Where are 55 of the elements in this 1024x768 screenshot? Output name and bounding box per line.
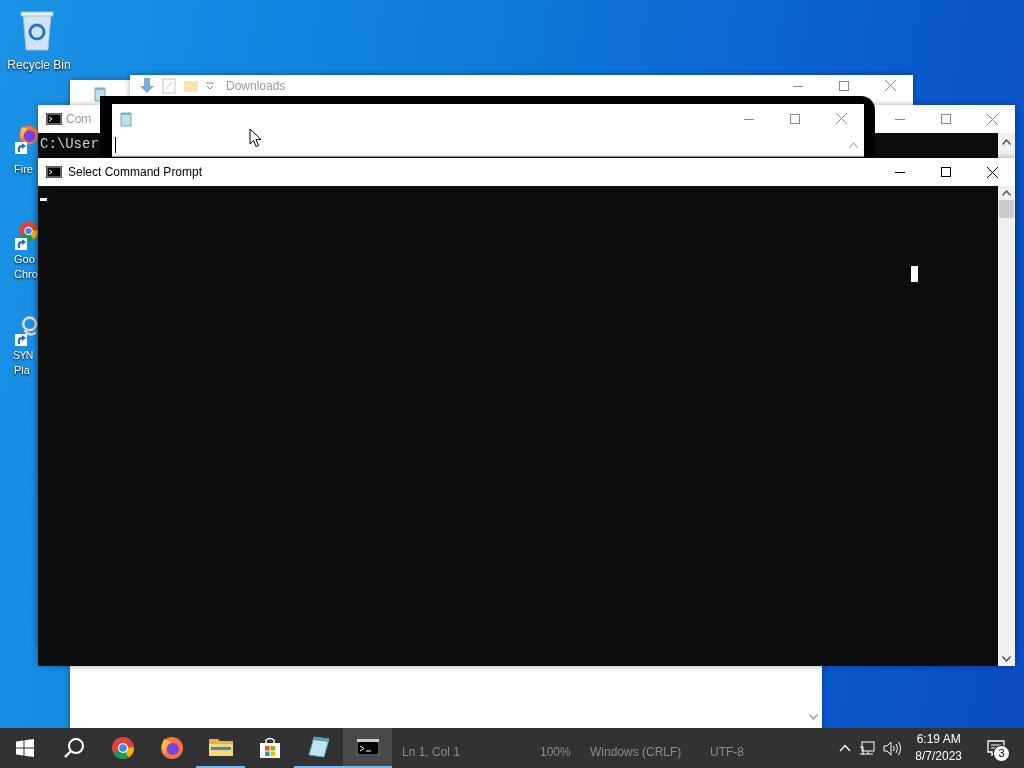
block-cursor — [911, 266, 918, 282]
selection-cursor — [40, 198, 47, 201]
close-icon — [884, 80, 896, 91]
clock-time: 6:19 AM — [915, 731, 962, 748]
taskbar-app-button[interactable] — [343, 728, 392, 768]
desktop-icon-label: Goo — [13, 252, 35, 267]
window-title: Downloads — [226, 78, 286, 93]
console-text: C:\User — [40, 135, 99, 153]
close-icon — [835, 113, 847, 124]
volume-icon[interactable] — [883, 740, 902, 756]
start-icon — [15, 739, 34, 757]
status-text: UTF-8 — [710, 745, 744, 759]
status-text: 100% — [540, 745, 571, 759]
desktop-icon-label: Recycle Bin — [7, 58, 71, 73]
network-icon[interactable] — [859, 740, 876, 756]
console-icon — [46, 113, 62, 125]
text-cursor — [115, 136, 116, 153]
close-icon — [986, 166, 998, 178]
firefox-icon — [159, 736, 184, 760]
maximize-icon — [941, 114, 951, 124]
clock[interactable]: 6:19 AM 8/7/2023 — [909, 731, 968, 765]
scroll-up-icon[interactable] — [1002, 190, 1011, 196]
desktop-icon-label: SYN — [12, 348, 33, 363]
notepad-icon — [307, 736, 330, 758]
notepad-icon — [118, 110, 134, 127]
scrollbar-thumb[interactable] — [999, 200, 1014, 218]
maximize-icon — [941, 167, 951, 177]
chevron-up-icon[interactable] — [839, 744, 852, 752]
clock-date: 8/7/2023 — [915, 748, 962, 765]
window-title: Select Command Prompt — [68, 165, 203, 179]
maximize-icon — [839, 80, 849, 91]
shortcut-arrow-icon — [15, 334, 27, 346]
notification-icon — [987, 740, 1005, 756]
folder-icon — [208, 737, 233, 757]
console-icon — [46, 166, 62, 178]
console-icon — [356, 739, 379, 755]
store-icon — [258, 737, 281, 759]
shortcut-arrow-icon — [15, 238, 27, 250]
recycle-bin-icon[interactable] — [17, 8, 57, 52]
maximize-icon — [790, 113, 800, 124]
status-text: Ln 1, Col 1 — [402, 745, 461, 759]
notification-button[interactable]: 3 — [976, 728, 1016, 768]
scroll-up-icon[interactable] — [1002, 139, 1011, 145]
status-text: Windows (CRLF) — [590, 745, 682, 759]
scroll-down-icon[interactable] — [1002, 656, 1011, 662]
notification-count: 3 — [993, 745, 1010, 762]
shortcut-arrow-icon — [15, 142, 27, 154]
scrollbar[interactable] — [998, 186, 1015, 666]
chrome-icon — [110, 736, 135, 760]
window-title: Com — [66, 112, 92, 126]
close-icon — [986, 113, 998, 125]
desktop-icon-label: Chro — [13, 267, 38, 282]
desktop-icon-label: Fire — [13, 162, 33, 177]
search-icon — [62, 737, 85, 759]
desktop-icon-label: Pla — [13, 363, 30, 378]
